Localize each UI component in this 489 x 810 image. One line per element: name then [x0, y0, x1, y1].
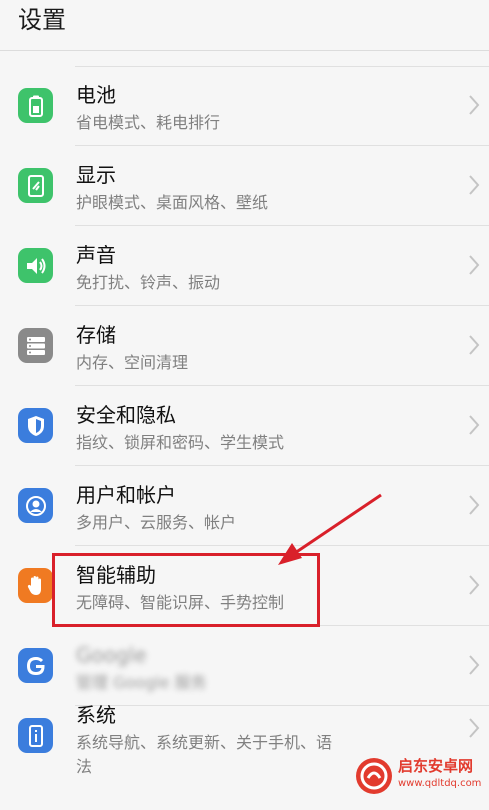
- watermark-name: 启东安卓网: [398, 757, 474, 775]
- settings-item-subtitle: 指纹、锁屏和密码、学生模式: [76, 433, 285, 452]
- storage-icon: [18, 328, 53, 363]
- settings-item-subtitle: 免打扰、铃声、振动: [76, 273, 221, 292]
- chevron-right-icon: [469, 255, 480, 275]
- watermark-url: www.qdltdq.com: [398, 778, 482, 789]
- settings-item-title: 声音: [76, 243, 116, 267]
- settings-item-subtitle: 多用户、云服务、帐户: [76, 513, 237, 532]
- watermark: 启东安卓网 www.qdltdq.com: [356, 756, 486, 796]
- battery-icon: [18, 88, 53, 123]
- chevron-right-icon: [469, 175, 480, 195]
- settings-item-title: Google: [76, 643, 147, 667]
- divider: [75, 66, 489, 67]
- settings-item-title: 显示: [76, 163, 116, 187]
- chevron-right-icon: [469, 335, 480, 355]
- chevron-right-icon: [469, 575, 480, 595]
- settings-item-title: 系统: [76, 703, 116, 727]
- hand-icon: [18, 568, 53, 603]
- settings-item-subtitle: 系统导航、系统更新、关于手机、语: [76, 733, 333, 752]
- chevron-right-icon: [469, 718, 480, 738]
- settings-item-users[interactable]: 用户和帐户 多用户、云服务、帐户: [0, 466, 489, 546]
- page-title: 设置: [18, 6, 66, 34]
- speaker-icon: [18, 248, 53, 283]
- settings-item-subtitle: 管理 Google 服务: [76, 673, 207, 692]
- settings-item-title: 用户和帐户: [76, 483, 176, 507]
- settings-list: 电池 省电模式、耗电排行 显示 护眼模式、桌面风格、壁纸 声音 免打扰、铃声、振…: [0, 66, 489, 810]
- settings-item-storage[interactable]: 存储 内存、空间清理: [0, 306, 489, 386]
- settings-item-title: 安全和隐私: [76, 403, 176, 427]
- google-icon: [18, 648, 53, 683]
- user-icon: [18, 488, 53, 523]
- settings-item-subtitle: 内存、空间清理: [76, 353, 189, 372]
- chevron-right-icon: [469, 495, 480, 515]
- highlight-box: [52, 553, 320, 627]
- system-icon: [18, 718, 53, 753]
- settings-item-battery[interactable]: 电池 省电模式、耗电排行: [0, 66, 489, 146]
- settings-item-security[interactable]: 安全和隐私 指纹、锁屏和密码、学生模式: [0, 386, 489, 466]
- app-header: 设置: [0, 0, 489, 51]
- display-icon: [18, 168, 53, 203]
- chevron-right-icon: [469, 655, 480, 675]
- shield-icon: [18, 408, 53, 443]
- settings-item-display[interactable]: 显示 护眼模式、桌面风格、壁纸: [0, 146, 489, 226]
- watermark-logo-icon: [356, 758, 392, 794]
- chevron-right-icon: [469, 95, 480, 115]
- chevron-right-icon: [469, 415, 480, 435]
- settings-item-subtitle: 护眼模式、桌面风格、壁纸: [76, 193, 269, 212]
- settings-item-title: 电池: [76, 83, 116, 107]
- settings-item-subtitle-continued: 法: [76, 757, 93, 776]
- settings-item-subtitle: 省电模式、耗电排行: [76, 113, 221, 132]
- settings-item-title: 存储: [76, 323, 116, 347]
- settings-item-sound[interactable]: 声音 免打扰、铃声、振动: [0, 226, 489, 306]
- settings-item-google[interactable]: Google 管理 Google 服务: [0, 626, 489, 706]
